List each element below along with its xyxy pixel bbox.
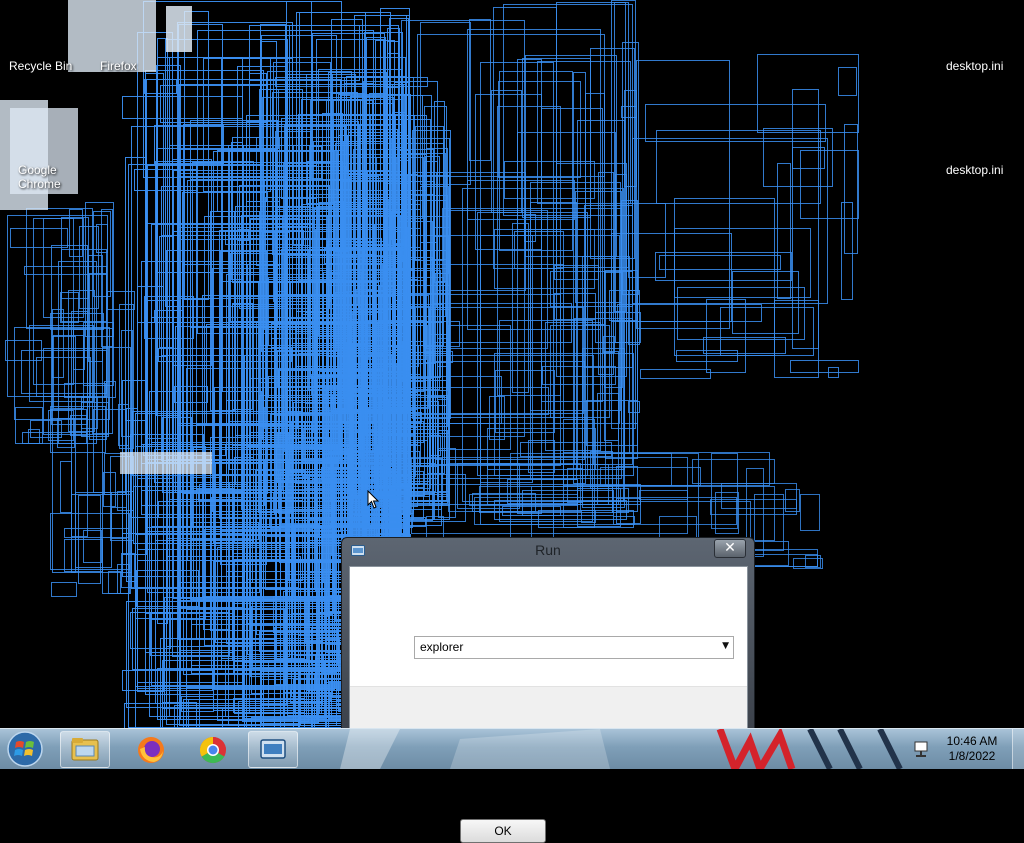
taskbar: 10:46 AM 1/8/2022 bbox=[0, 728, 1024, 769]
glitch-rect bbox=[636, 60, 730, 329]
glitch-rect bbox=[677, 287, 805, 340]
glitch-rect bbox=[43, 218, 84, 318]
glitch-rect bbox=[655, 252, 792, 281]
glitch-rect bbox=[800, 494, 820, 531]
desktop-icon-firefox[interactable]: Firefox bbox=[100, 59, 137, 73]
ok-button[interactable]: OK bbox=[460, 819, 546, 843]
chevron-down-icon[interactable]: ▼ bbox=[722, 641, 729, 651]
taskbar-chrome-button[interactable] bbox=[188, 731, 238, 768]
glitch-rect bbox=[805, 555, 821, 568]
run-command-value[interactable]: explorer bbox=[420, 640, 463, 654]
glitch-rect bbox=[590, 48, 635, 259]
glitch-rect bbox=[408, 376, 502, 424]
ghost-window-fragment bbox=[166, 6, 192, 52]
glitch-rect bbox=[556, 2, 629, 268]
taskbar-clock[interactable]: 10:46 AM 1/8/2022 bbox=[940, 734, 1004, 764]
run-titlebar[interactable]: Run ✕ bbox=[342, 538, 754, 564]
glitch-rect bbox=[800, 150, 859, 219]
run-dialog[interactable]: Run ✕ explorer ▼ OK bbox=[341, 537, 755, 843]
ghost-window-fragment bbox=[120, 452, 212, 474]
taskbar-explorer-button[interactable] bbox=[60, 731, 110, 768]
glitch-rect bbox=[841, 202, 853, 300]
run-dialog-body: explorer ▼ OK bbox=[349, 566, 748, 843]
glitch-rect bbox=[51, 582, 77, 597]
glitch-rect bbox=[467, 29, 601, 330]
clock-date: 1/8/2022 bbox=[948, 749, 996, 763]
glitch-rect bbox=[692, 459, 775, 484]
glitch-rect bbox=[754, 494, 784, 551]
desktop-icon-google-chrome[interactable]: Google Chrome bbox=[18, 163, 68, 191]
glitch-rect bbox=[60, 461, 72, 513]
start-button[interactable] bbox=[3, 730, 47, 768]
glitch-rect bbox=[674, 198, 775, 356]
firefox-icon bbox=[138, 737, 164, 763]
glitch-rect bbox=[715, 492, 739, 534]
glitch-rect bbox=[10, 228, 68, 248]
glitch-rect bbox=[199, 484, 247, 728]
chrome-icon bbox=[199, 736, 226, 764]
glitch-rect bbox=[108, 571, 121, 594]
glitch-rect bbox=[640, 369, 711, 379]
desktop-icon-desktop-ini[interactable]: desktop.ini bbox=[946, 59, 1003, 73]
glitch-rect bbox=[659, 255, 781, 270]
desktop-icon-recycle-bin[interactable]: Recycle Bin bbox=[9, 59, 72, 73]
run-dialog-title: Run bbox=[535, 542, 561, 558]
glitch-rect bbox=[844, 124, 858, 254]
glitch-rect bbox=[122, 96, 243, 119]
clock-time: 10:46 AM bbox=[946, 734, 998, 748]
taskbar-run-button[interactable] bbox=[248, 731, 298, 768]
glitch-rect bbox=[58, 261, 97, 444]
taskbar-wallpaper-art bbox=[340, 729, 903, 769]
glitch-rect bbox=[61, 217, 89, 299]
glitch-rect bbox=[411, 457, 688, 534]
glitch-rect bbox=[763, 128, 833, 187]
glitch-rect bbox=[757, 54, 859, 133]
glitch-rect bbox=[103, 472, 116, 507]
glitch-rect bbox=[83, 530, 102, 563]
taskbar-firefox-button[interactable] bbox=[126, 731, 176, 768]
glitch-rect bbox=[107, 291, 135, 310]
glitch-rect bbox=[14, 327, 110, 420]
glitch-rect bbox=[777, 163, 791, 299]
run-command-combobox[interactable]: explorer ▼ bbox=[414, 636, 734, 659]
glitch-rect bbox=[93, 409, 126, 493]
run-app-icon bbox=[260, 739, 286, 759]
glitch-rect bbox=[790, 360, 859, 373]
glitch-rect bbox=[117, 564, 130, 594]
desktop-icon-desktop-ini-2[interactable]: desktop.ini bbox=[946, 163, 1003, 177]
network-icon[interactable] bbox=[912, 739, 932, 759]
windows-explorer-icon bbox=[71, 738, 99, 761]
show-desktop-button[interactable] bbox=[1012, 729, 1024, 769]
mouse-cursor-icon bbox=[367, 490, 380, 509]
glitch-rect bbox=[838, 67, 857, 96]
close-button[interactable]: ✕ bbox=[714, 539, 746, 558]
glitch-rect bbox=[639, 490, 688, 500]
glitch-rect bbox=[600, 467, 701, 486]
glitch-rect bbox=[50, 513, 130, 570]
glitch-rect bbox=[645, 104, 826, 142]
